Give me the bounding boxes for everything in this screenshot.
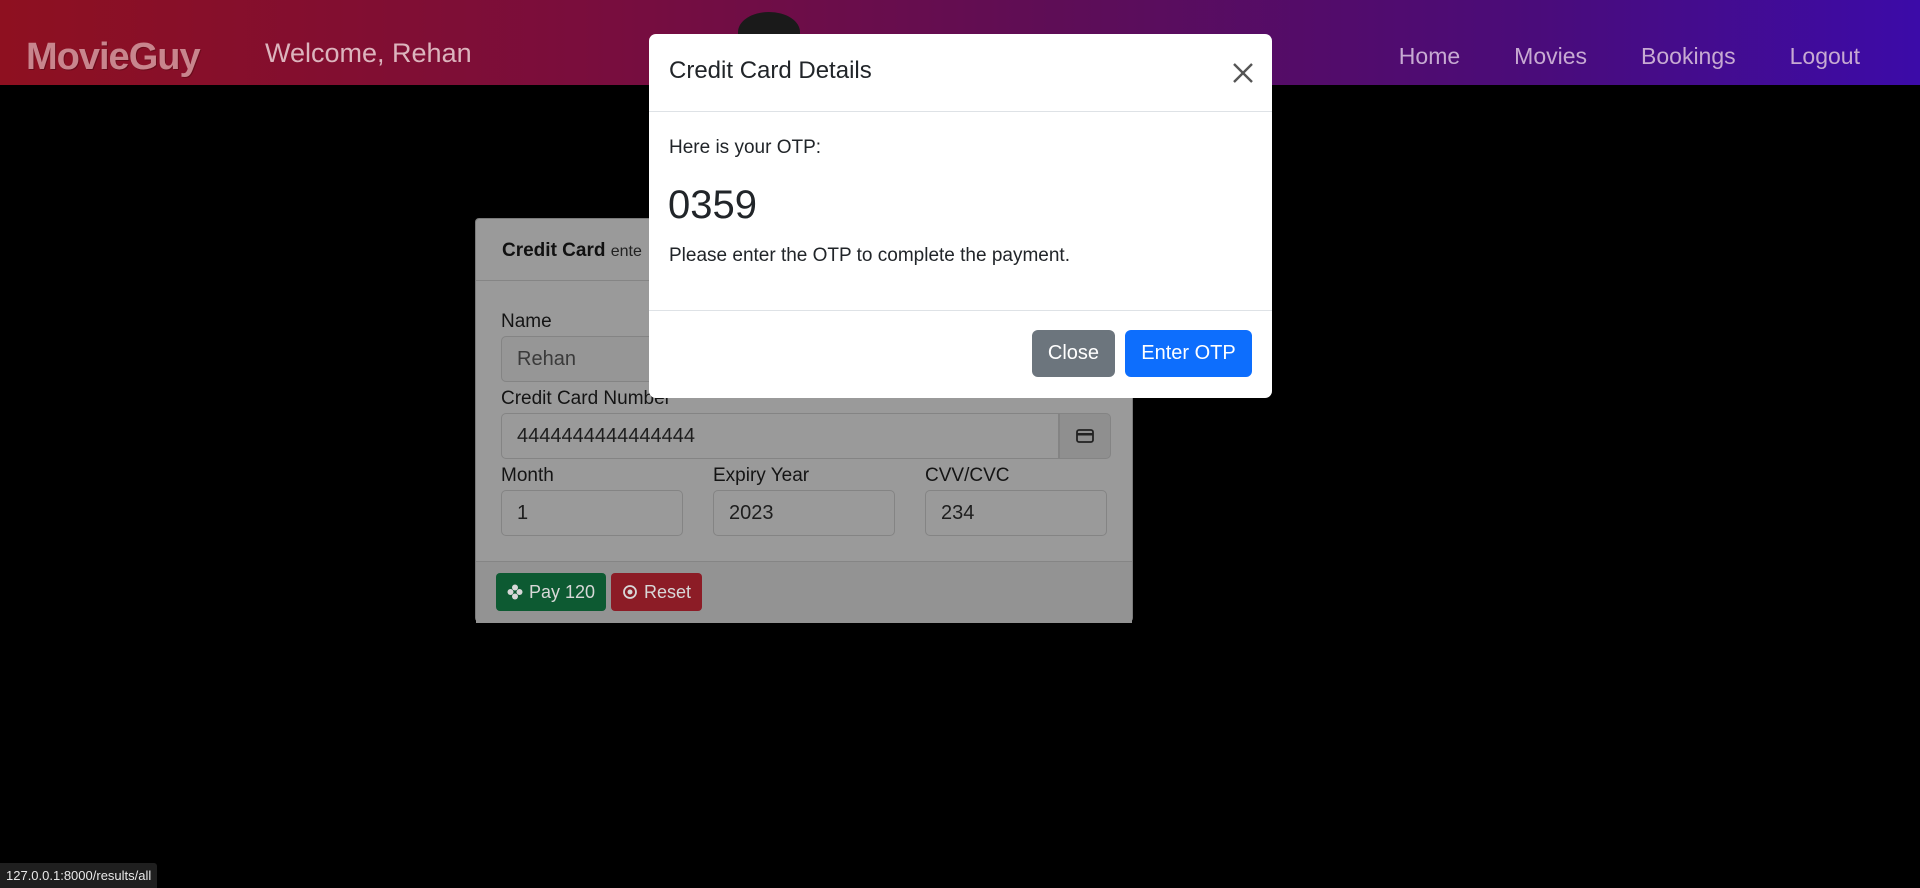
payment-card-footer: Pay 120 Reset — [476, 561, 1132, 623]
payment-card-title: Credit Card — [502, 240, 606, 261]
modal-header: Credit Card Details — [649, 34, 1272, 112]
card-number-label: Credit Card Number — [501, 388, 671, 409]
name-label: Name — [501, 311, 552, 332]
close-icon[interactable] — [1230, 60, 1256, 86]
otp-modal: Credit Card Details Here is your OTP: 03… — [649, 34, 1272, 398]
brand-logo[interactable]: MovieGuy — [26, 36, 201, 79]
otp-code: 0359 — [668, 183, 757, 227]
expiry-year-label: Expiry Year — [713, 465, 810, 486]
reset-button[interactable]: Reset — [611, 573, 703, 611]
payment-card-subtitle: ente — [610, 243, 642, 260]
browser-status-url: 127.0.0.1:8000/results/all — [0, 863, 158, 888]
pay-button[interactable]: Pay 120 — [496, 573, 607, 611]
otp-intro-text: Here is your OTP: — [669, 137, 822, 158]
enter-otp-button[interactable]: Enter OTP — [1125, 330, 1252, 377]
pay-button-label: Pay 120 — [529, 581, 596, 602]
modal-title: Credit Card Details — [669, 57, 872, 84]
modal-footer: Close Enter OTP — [649, 311, 1272, 397]
cvv-field[interactable]: 234 — [925, 490, 1107, 536]
nav-link-logout[interactable]: Logout — [1790, 43, 1860, 70]
month-field[interactable]: 1 — [501, 490, 683, 536]
modal-body: Here is your OTP: 0359 Please enter the … — [649, 112, 1272, 311]
reset-button-label: Reset — [644, 581, 692, 602]
pay-icon — [507, 584, 523, 600]
nav-link-home[interactable]: Home — [1399, 43, 1460, 70]
month-label: Month — [501, 465, 554, 486]
cvv-label: CVV/CVC — [925, 465, 1010, 486]
nav-link-bookings[interactable]: Bookings — [1641, 43, 1736, 70]
card-number-field[interactable]: 4444444444444444 — [501, 413, 1059, 459]
welcome-text: Welcome, Rehan — [265, 38, 472, 68]
close-button[interactable]: Close — [1032, 330, 1115, 377]
nav-links: Home Movies Bookings Logout — [1345, 43, 1860, 70]
credit-card-icon — [1059, 413, 1111, 459]
expiry-year-field[interactable]: 2023 — [713, 490, 895, 536]
reset-icon — [623, 585, 637, 599]
otp-instruction-text: Please enter the OTP to complete the pay… — [669, 245, 1070, 266]
nav-link-movies[interactable]: Movies — [1514, 43, 1587, 70]
